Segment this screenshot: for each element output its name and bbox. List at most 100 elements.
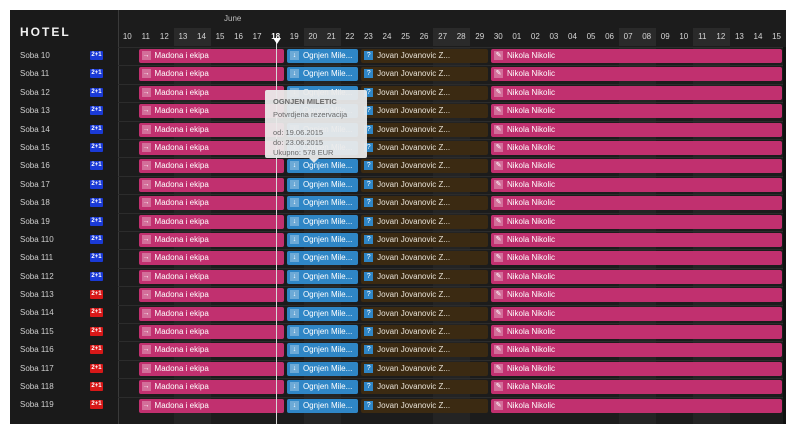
reservation-bar[interactable]: ✎ Nikola Nikolic [491, 85, 782, 100]
reservation-bar[interactable]: ✎ Nikola Nikolic [491, 122, 782, 137]
reservation-bar[interactable]: ? Jovan Jovanovic Z... [361, 196, 488, 211]
reservation-bar[interactable]: ✎ Nikola Nikolic [491, 233, 782, 247]
reservation-bar[interactable]: → Madona i ekipa [138, 398, 284, 413]
reservation-bar[interactable]: ? Jovan Jovanovic Z... [361, 306, 488, 321]
reservation-bar[interactable]: → Madona i ekipa [138, 177, 284, 192]
room-row[interactable]: Soba 119 2+1 [10, 396, 118, 414]
room-row[interactable]: Soba 111 2+1 [10, 249, 118, 267]
reservation-bar[interactable]: ? Jovan Jovanovic Z... [361, 122, 488, 137]
reservation-bar[interactable]: ↓Ognjen Mile... [286, 159, 359, 174]
reservation-bar[interactable]: ✎ Nikola Nikolic [491, 398, 782, 413]
room-row[interactable]: Soba 115 2+1 [10, 323, 118, 341]
reservation-bar[interactable]: ? Jovan Jovanovic Z... [361, 288, 488, 303]
reservation-bar[interactable]: → Madona i ekipa [138, 306, 284, 321]
reservation-bar[interactable]: ? Jovan Jovanovic Z... [361, 325, 488, 339]
grid-row-divider [118, 139, 786, 140]
reservation-bar[interactable]: → Madona i ekipa [138, 343, 284, 358]
reservation-bar[interactable]: → Madona i ekipa [138, 361, 284, 376]
reservation-bar[interactable]: ↓Ognjen Mile... [286, 398, 359, 413]
reservation-bar[interactable]: ↓Ognjen Mile... [286, 343, 359, 358]
reservation-bar[interactable]: ↓Ognjen Mile... [286, 380, 359, 395]
room-row[interactable]: Soba 112 2+1 [10, 268, 118, 286]
room-row[interactable]: Soba 116 2+1 [10, 341, 118, 359]
reservation-bar[interactable]: ? Jovan Jovanovic Z... [361, 141, 488, 155]
reservation-bar[interactable]: ✎ Nikola Nikolic [491, 196, 782, 211]
room-row[interactable]: Soba 12 2+1 [10, 84, 118, 102]
room-row[interactable]: Soba 10 2+1 [10, 47, 118, 65]
vertical-scrollbar[interactable] [783, 47, 786, 424]
room-row[interactable]: Soba 118 2+1 [10, 378, 118, 396]
reservation-bar[interactable]: ↓Ognjen Mile... [286, 214, 359, 229]
room-row[interactable]: Soba 113 2+1 [10, 286, 118, 304]
reservation-bar[interactable]: ? Jovan Jovanovic Z... [361, 49, 488, 63]
room-capacity-badge: 2+1 [90, 87, 103, 97]
reservation-bar[interactable]: ✎ Nikola Nikolic [491, 141, 782, 155]
reservation-bar[interactable]: ✎ Nikola Nikolic [491, 251, 782, 266]
room-row[interactable]: Soba 11 2+1 [10, 65, 118, 83]
reservation-bar[interactable]: ✎ Nikola Nikolic [491, 49, 782, 63]
reservation-bar[interactable]: ? Jovan Jovanovic Z... [361, 233, 488, 247]
reservation-bar[interactable]: → Madona i ekipa [138, 104, 284, 119]
reservation-bar[interactable]: → Madona i ekipa [138, 269, 284, 284]
reservation-bar[interactable]: ? Jovan Jovanovic Z... [361, 214, 488, 229]
reservation-bar[interactable]: → Madona i ekipa [138, 141, 284, 155]
reservation-bar[interactable]: → Madona i ekipa [138, 233, 284, 247]
reservation-bar[interactable]: → Madona i ekipa [138, 288, 284, 303]
reservation-bar[interactable]: → Madona i ekipa [138, 325, 284, 339]
reservation-bar[interactable]: → Madona i ekipa [138, 85, 284, 100]
reservation-bar[interactable]: ✎ Nikola Nikolic [491, 104, 782, 119]
reservation-bar[interactable]: ✎ Nikola Nikolic [491, 288, 782, 303]
reservation-bar[interactable]: ? Jovan Jovanovic Z... [361, 251, 488, 266]
reservation-bar[interactable]: ? Jovan Jovanovic Z... [361, 104, 488, 119]
reservation-bar[interactable]: → Madona i ekipa [138, 214, 284, 229]
reservation-bar[interactable]: ? Jovan Jovanovic Z... [361, 343, 488, 358]
reservation-bar[interactable]: ✎ Nikola Nikolic [491, 159, 782, 174]
reservation-bar[interactable]: → Madona i ekipa [138, 49, 284, 63]
reservation-bar[interactable]: ✎ Nikola Nikolic [491, 343, 782, 358]
reservation-bar[interactable]: → Madona i ekipa [138, 159, 284, 174]
reservation-bar[interactable]: ✎ Nikola Nikolic [491, 269, 782, 284]
reservation-bar[interactable]: ? Jovan Jovanovic Z... [361, 361, 488, 376]
reservation-bar[interactable]: ↓Ognjen Mile... [286, 49, 359, 63]
reservation-bar[interactable]: ✎ Nikola Nikolic [491, 306, 782, 321]
reservation-bar[interactable]: ↓Ognjen Mile... [286, 306, 359, 321]
reservation-bar[interactable]: ↓Ognjen Mile... [286, 67, 359, 82]
reservation-bar[interactable]: ? Jovan Jovanovic Z... [361, 269, 488, 284]
reservation-bar[interactable]: ↓Ognjen Mile... [286, 177, 359, 192]
reservation-bar[interactable]: ↓Ognjen Mile... [286, 196, 359, 211]
room-row[interactable]: Soba 15 2+1 [10, 139, 118, 157]
reservation-bar[interactable]: ↓Ognjen Mile... [286, 233, 359, 247]
reservation-bar[interactable]: → Madona i ekipa [138, 251, 284, 266]
room-row[interactable]: Soba 117 2+1 [10, 360, 118, 378]
reservation-bar[interactable]: ✎ Nikola Nikolic [491, 67, 782, 82]
room-row[interactable]: Soba 13 2+1 [10, 102, 118, 120]
room-row[interactable]: Soba 17 2+1 [10, 176, 118, 194]
reservation-bar[interactable]: → Madona i ekipa [138, 196, 284, 211]
reservation-bar[interactable]: ? Jovan Jovanovic Z... [361, 159, 488, 174]
reservation-bar[interactable]: → Madona i ekipa [138, 122, 284, 137]
reservation-bar[interactable]: → Madona i ekipa [138, 380, 284, 395]
reservation-bar[interactable]: ? Jovan Jovanovic Z... [361, 67, 488, 82]
reservation-bar[interactable]: ↓Ognjen Mile... [286, 361, 359, 376]
reservation-bar[interactable]: ✎ Nikola Nikolic [491, 214, 782, 229]
room-row[interactable]: Soba 16 2+1 [10, 157, 118, 175]
reservation-bar[interactable]: ✎ Nikola Nikolic [491, 361, 782, 376]
reservation-bar[interactable]: ✎ Nikola Nikolic [491, 380, 782, 395]
reservation-bar[interactable]: ✎ Nikola Nikolic [491, 177, 782, 192]
reservation-bar[interactable]: ↓Ognjen Mile... [286, 269, 359, 284]
room-row[interactable]: Soba 114 2+1 [10, 304, 118, 322]
reservation-bar[interactable]: ? Jovan Jovanovic Z... [361, 398, 488, 413]
reservation-bar[interactable]: ↓Ognjen Mile... [286, 325, 359, 339]
room-row[interactable]: Soba 18 2+1 [10, 194, 118, 212]
reservation-bar[interactable]: ? Jovan Jovanovic Z... [361, 85, 488, 100]
room-row[interactable]: Soba 19 2+1 [10, 213, 118, 231]
reservation-bar[interactable]: → Madona i ekipa [138, 67, 284, 82]
day-header-cell: 02 [530, 32, 540, 41]
reservation-bar[interactable]: ? Jovan Jovanovic Z... [361, 380, 488, 395]
reservation-bar[interactable]: ✎ Nikola Nikolic [491, 325, 782, 339]
reservation-bar[interactable]: ↓Ognjen Mile... [286, 251, 359, 266]
room-row[interactable]: Soba 110 2+1 [10, 231, 118, 249]
reservation-bar[interactable]: ? Jovan Jovanovic Z... [361, 177, 488, 192]
reservation-bar[interactable]: ↓Ognjen Mile... [286, 288, 359, 303]
room-row[interactable]: Soba 14 2+1 [10, 121, 118, 139]
